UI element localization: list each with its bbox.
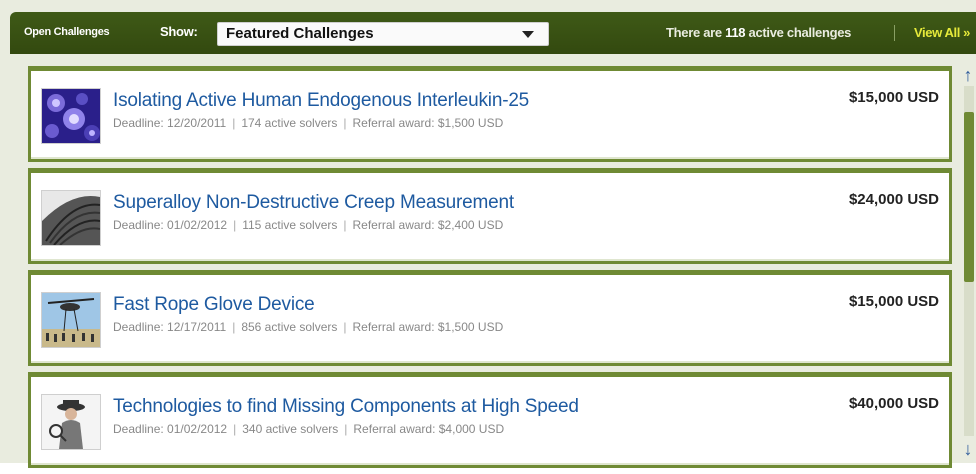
meta-separator: | [232,116,236,130]
challenge-award: $24,000 USD [848,191,939,208]
chevron-down-icon [522,31,534,38]
cells-thumbnail[interactable] [41,88,101,144]
challenge-award: $15,000 USD [848,89,939,106]
challenge-referral: Referral award: $4,000 USD [353,422,505,436]
challenge-referral: Referral award: $2,400 USD [352,218,504,232]
open-challenges-widget: Open Challenges Show: Featured Challenge… [0,0,976,468]
turbine-thumbnail[interactable] [41,190,101,246]
challenge-list: Isolating Active Human Endogenous Interl… [28,66,952,474]
challenge-meta: Deadline: 01/02/2012 | 340 active solvers |… [113,422,504,436]
challenge-card[interactable]: Isolating Active Human Endogenous Interl… [28,66,952,162]
scroll-down-arrow-icon[interactable]: ↓ [960,440,976,458]
meta-separator: | [233,422,237,436]
meta-separator: | [233,218,237,232]
count-value: 118 [725,25,746,40]
helicopter-thumbnail[interactable] [41,292,101,348]
scrollbar-thumb[interactable] [964,112,974,282]
challenge-deadline: Deadline: 12/17/2011 [113,320,227,334]
challenge-solvers: 856 active solvers [241,320,338,334]
challenge-meta: Deadline: 01/02/2012 | 115 active solvers |… [113,218,503,232]
widget-header: Open Challenges Show: Featured Challenge… [10,12,976,54]
challenge-title-link[interactable]: Technologies to find Missing Components … [113,396,579,418]
challenge-award: $15,000 USD [848,293,939,310]
challenge-filter-select[interactable]: Featured Challenges [217,22,549,46]
widget-title: Open Challenges [24,26,110,38]
active-challenges-count: There are 118 active challenges [666,25,851,40]
meta-separator: | [343,218,347,232]
challenge-deadline: Deadline: 12/20/2011 [113,116,227,130]
challenge-referral: Referral award: $1,500 USD [352,116,504,130]
meta-separator: | [232,320,236,334]
challenge-solvers: 340 active solvers [242,422,339,436]
count-suffix: active challenges [745,25,852,40]
challenge-meta: Deadline: 12/20/2011 | 174 active solvers |… [113,116,503,130]
filter-selected-value: Featured Challenges [226,25,374,42]
header-divider [894,25,895,41]
challenge-title-link[interactable]: Fast Rope Glove Device [113,294,315,316]
meta-separator: | [343,320,347,334]
challenge-meta: Deadline: 12/17/2011 | 856 active solvers |… [113,320,503,334]
challenge-title-link[interactable]: Superalloy Non-Destructive Creep Measure… [113,192,514,214]
meta-separator: | [344,422,348,436]
challenge-card[interactable]: Superalloy Non-Destructive Creep Measure… [28,168,952,264]
detective-thumbnail[interactable] [41,394,101,450]
challenge-solvers: 115 active solvers [242,218,338,232]
challenge-deadline: Deadline: 01/02/2012 [113,218,228,232]
count-prefix: There are [666,25,726,40]
challenge-card[interactable]: Technologies to find Missing Components … [28,372,952,468]
challenge-card[interactable]: Fast Rope Glove Device Deadline: 12/17/2… [28,270,952,366]
challenge-referral: Referral award: $1,500 USD [352,320,504,334]
challenge-deadline: Deadline: 01/02/2012 [113,422,228,436]
meta-separator: | [343,116,347,130]
scroll-up-arrow-icon[interactable]: ↑ [960,66,976,84]
view-all-link[interactable]: View All » [914,25,970,40]
challenge-title-link[interactable]: Isolating Active Human Endogenous Interl… [113,90,529,112]
show-label: Show: [160,24,198,39]
challenge-solvers: 174 active solvers [241,116,338,130]
challenge-award: $40,000 USD [848,395,939,412]
